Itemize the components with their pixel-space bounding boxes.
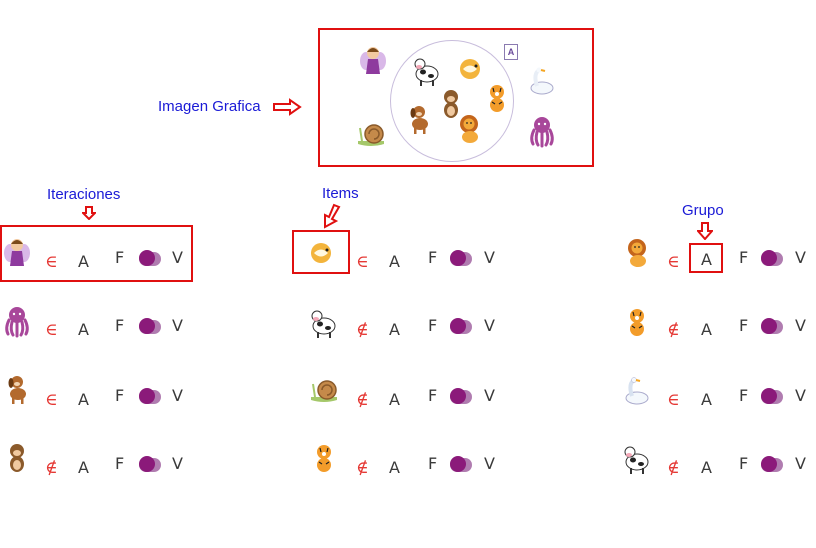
relation-symbol[interactable]: ∈ <box>356 252 369 272</box>
set-symbol: A <box>389 458 400 477</box>
relation-symbol[interactable]: ∉ <box>356 458 369 478</box>
true-label: V <box>795 316 806 335</box>
false-label: F <box>739 386 749 405</box>
truth-toggle[interactable] <box>139 250 161 266</box>
octopus-icon <box>530 117 554 148</box>
truth-toggle[interactable] <box>450 318 472 334</box>
cow-icon <box>311 310 336 338</box>
truth-toggle[interactable] <box>761 250 783 266</box>
set-symbol: A <box>78 252 89 271</box>
truth-toggle[interactable] <box>450 388 472 404</box>
false-label: F <box>428 248 438 267</box>
set-symbol: A <box>389 390 400 409</box>
hamster-icon <box>460 59 480 79</box>
items-label: Items <box>322 185 359 202</box>
group-label: Grupo <box>682 202 724 219</box>
true-label: V <box>484 386 495 405</box>
set-symbol: A <box>389 252 400 271</box>
relation-symbol[interactable]: ∈ <box>45 320 58 340</box>
true-label: V <box>795 454 806 473</box>
lion-icon <box>460 115 478 143</box>
image-label: Imagen Grafica <box>158 98 261 115</box>
swan-icon <box>625 377 649 405</box>
false-label: F <box>428 454 438 473</box>
set-symbol: A <box>78 320 89 339</box>
truth-toggle[interactable] <box>139 318 161 334</box>
false-label: F <box>739 248 749 267</box>
iterations-label: Iteraciones <box>47 186 121 203</box>
monkey-icon <box>10 444 24 472</box>
set-symbol: A <box>701 250 712 269</box>
dog-icon <box>410 106 428 134</box>
octopus-icon <box>5 307 29 338</box>
true-label: V <box>172 386 183 405</box>
arrow-down-icon <box>697 222 713 240</box>
false-label: F <box>739 454 749 473</box>
true-label: V <box>484 454 495 473</box>
truth-toggle[interactable] <box>139 456 161 472</box>
tiger-icon <box>630 309 644 336</box>
true-label: V <box>795 386 806 405</box>
hamster-icon <box>311 243 331 263</box>
lion-icon <box>628 239 646 267</box>
arrow-right-icon <box>273 98 302 116</box>
false-label: F <box>115 248 125 267</box>
relation-symbol[interactable]: ∈ <box>45 390 58 410</box>
set-label: A <box>504 44 518 60</box>
relation-symbol[interactable]: ∉ <box>356 320 369 340</box>
truth-toggle[interactable] <box>450 250 472 266</box>
set-symbol: A <box>701 458 712 477</box>
truth-toggle[interactable] <box>761 456 783 472</box>
set-symbol: A <box>389 320 400 339</box>
relation-symbol[interactable]: ∈ <box>667 390 680 410</box>
false-label: F <box>115 386 125 405</box>
fairy-icon <box>4 239 30 266</box>
relation-symbol[interactable]: ∈ <box>45 252 58 272</box>
swan-icon <box>530 67 554 95</box>
true-label: V <box>172 248 183 267</box>
false-label: F <box>115 316 125 335</box>
false-label: F <box>739 316 749 335</box>
relation-symbol[interactable]: ∉ <box>667 320 680 340</box>
relation-symbol[interactable]: ∉ <box>356 390 369 410</box>
cow-icon <box>624 446 649 474</box>
false-label: F <box>428 316 438 335</box>
fairy-icon <box>360 47 386 74</box>
arrow-down-icon <box>82 206 96 220</box>
relation-symbol[interactable]: ∉ <box>667 458 680 478</box>
truth-toggle[interactable] <box>139 388 161 404</box>
set-symbol: A <box>78 390 89 409</box>
true-label: V <box>172 316 183 335</box>
true-label: V <box>484 248 495 267</box>
arrow-diagonal-icon <box>324 203 341 229</box>
cow-icon <box>414 58 439 86</box>
truth-toggle[interactable] <box>761 388 783 404</box>
relation-symbol[interactable]: ∉ <box>45 458 58 478</box>
snail-icon <box>311 380 337 402</box>
relation-symbol[interactable]: ∈ <box>667 252 680 272</box>
true-label: V <box>172 454 183 473</box>
true-label: V <box>484 316 495 335</box>
false-label: F <box>115 454 125 473</box>
truth-toggle[interactable] <box>761 318 783 334</box>
tiger-icon <box>490 85 504 112</box>
false-label: F <box>428 386 438 405</box>
truth-toggle[interactable] <box>450 456 472 472</box>
set-symbol: A <box>78 458 89 477</box>
snail-icon <box>358 124 384 146</box>
set-symbol: A <box>701 390 712 409</box>
true-label: V <box>795 248 806 267</box>
dog-icon <box>8 376 26 404</box>
tiger-icon <box>317 445 331 472</box>
set-symbol: A <box>701 320 712 339</box>
